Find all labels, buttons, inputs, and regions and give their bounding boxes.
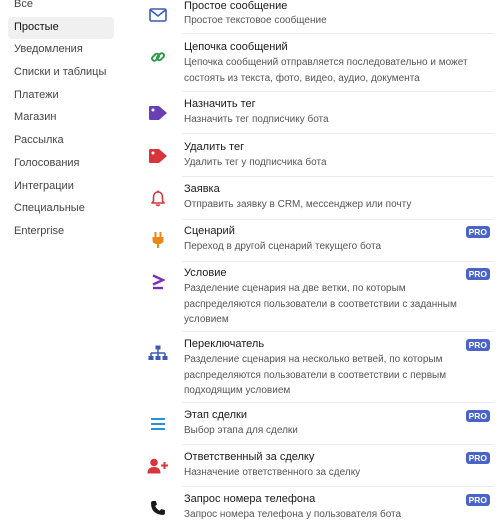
block-title: Заявка <box>184 183 220 195</box>
category-special[interactable]: Специальные <box>8 198 114 220</box>
divider <box>182 176 494 177</box>
block-item-deal-stage[interactable]: Этап сделки Выбор этапа для сделки PRO <box>138 409 494 443</box>
divider <box>182 91 494 92</box>
block-item-condition[interactable]: Условие Разделение сценария на две ветки… <box>138 267 494 329</box>
user-plus-icon <box>146 456 170 476</box>
category-shop[interactable]: Магазин <box>8 107 114 129</box>
category-payments[interactable]: Платежи <box>8 85 114 107</box>
phone-icon <box>146 498 170 518</box>
category-polls[interactable]: Голосования <box>8 153 114 175</box>
pro-badge: PRO <box>465 268 490 280</box>
block-item-assign-tag[interactable]: Назначить тег Назначить тег подписчику б… <box>138 98 494 132</box>
block-title: Ответственный за сделку <box>184 451 315 463</box>
divider <box>182 261 494 262</box>
block-item-simple-message[interactable]: Простое сообщение Простое текстовое сооб… <box>138 0 494 34</box>
divider <box>182 133 494 134</box>
divider <box>182 402 494 403</box>
block-desc: Назначение ответственного за сделку <box>184 467 361 478</box>
divider <box>182 219 494 220</box>
block-desc: Удалить тег у подписчика бота <box>184 157 327 168</box>
divider <box>182 444 494 445</box>
sitemap-icon <box>146 343 170 363</box>
tag-icon <box>146 103 170 123</box>
block-item-scenario[interactable]: Сценарий Переход в другой сценарий текущ… <box>138 225 494 259</box>
block-title: Сценарий <box>184 225 235 237</box>
block-desc: Назначить тег подписчику бота <box>184 114 329 125</box>
block-desc: Цепочка сообщений отправляется последова… <box>184 57 468 84</box>
category-simple[interactable]: Простые <box>8 16 114 39</box>
block-desc: Отправить заявку в CRM, мессенджер или п… <box>184 199 412 210</box>
pro-badge: PRO <box>465 226 490 238</box>
block-desc: Запрос номера телефона у пользователя бо… <box>184 509 402 520</box>
category-all[interactable]: Все <box>8 0 114 16</box>
block-title: Удалить тег <box>184 141 245 153</box>
category-sidebar: Все Простые Уведомления Списки и таблицы… <box>8 0 114 244</box>
block-item-phone-request[interactable]: Запрос номера телефона Запрос номера тел… <box>138 493 494 520</box>
block-title: Цепочка сообщений <box>184 41 288 53</box>
block-desc: Переход в другой сценарий текущего бота <box>184 241 382 252</box>
list-icon <box>146 414 170 434</box>
block-item-deal-owner[interactable]: Ответственный за сделку Назначение ответ… <box>138 451 494 485</box>
block-title: Назначить тег <box>184 98 256 110</box>
block-title: Этап сделки <box>184 409 247 421</box>
block-item-message-chain[interactable]: Цепочка сообщений Цепочка сообщений отпр… <box>138 41 494 89</box>
block-title: Запрос номера телефона <box>184 493 316 505</box>
block-title: Переключатель <box>184 338 265 350</box>
divider <box>182 331 494 332</box>
category-lists-tables[interactable]: Списки и таблицы <box>8 62 114 84</box>
divider <box>182 33 494 34</box>
category-integrations[interactable]: Интеграции <box>8 176 114 198</box>
pro-badge: PRO <box>465 452 490 464</box>
block-desc: Разделение сценария на несколько ветвей,… <box>184 354 447 396</box>
block-item-remove-tag[interactable]: Удалить тег Удалить тег у подписчика бот… <box>138 141 494 175</box>
block-desc: Выбор этапа для сделки <box>184 425 298 436</box>
pro-badge: PRO <box>465 494 490 506</box>
pro-badge: PRO <box>465 410 490 422</box>
block-title: Условие <box>184 267 227 279</box>
plug-icon <box>146 230 170 250</box>
block-item-switch[interactable]: Переключатель Разделение сценария на нес… <box>138 338 494 400</box>
divider <box>182 486 494 487</box>
category-notifications[interactable]: Уведомления <box>8 39 114 61</box>
category-broadcast[interactable]: Рассылка <box>8 130 114 152</box>
category-enterprise[interactable]: Enterprise <box>8 221 114 243</box>
link-icon <box>146 47 170 67</box>
tag-icon <box>146 146 170 166</box>
block-desc: Простое текстовое сообщение <box>184 15 327 26</box>
block-desc: Разделение сценария на две ветки, по кот… <box>184 283 457 325</box>
bell-icon <box>146 188 170 208</box>
pro-badge: PRO <box>465 339 490 351</box>
block-title: Простое сообщение <box>184 0 288 12</box>
greater-equal-icon <box>146 272 170 292</box>
envelope-icon <box>146 5 170 25</box>
block-item-request[interactable]: Заявка Отправить заявку в CRM, мессендже… <box>138 183 494 217</box>
